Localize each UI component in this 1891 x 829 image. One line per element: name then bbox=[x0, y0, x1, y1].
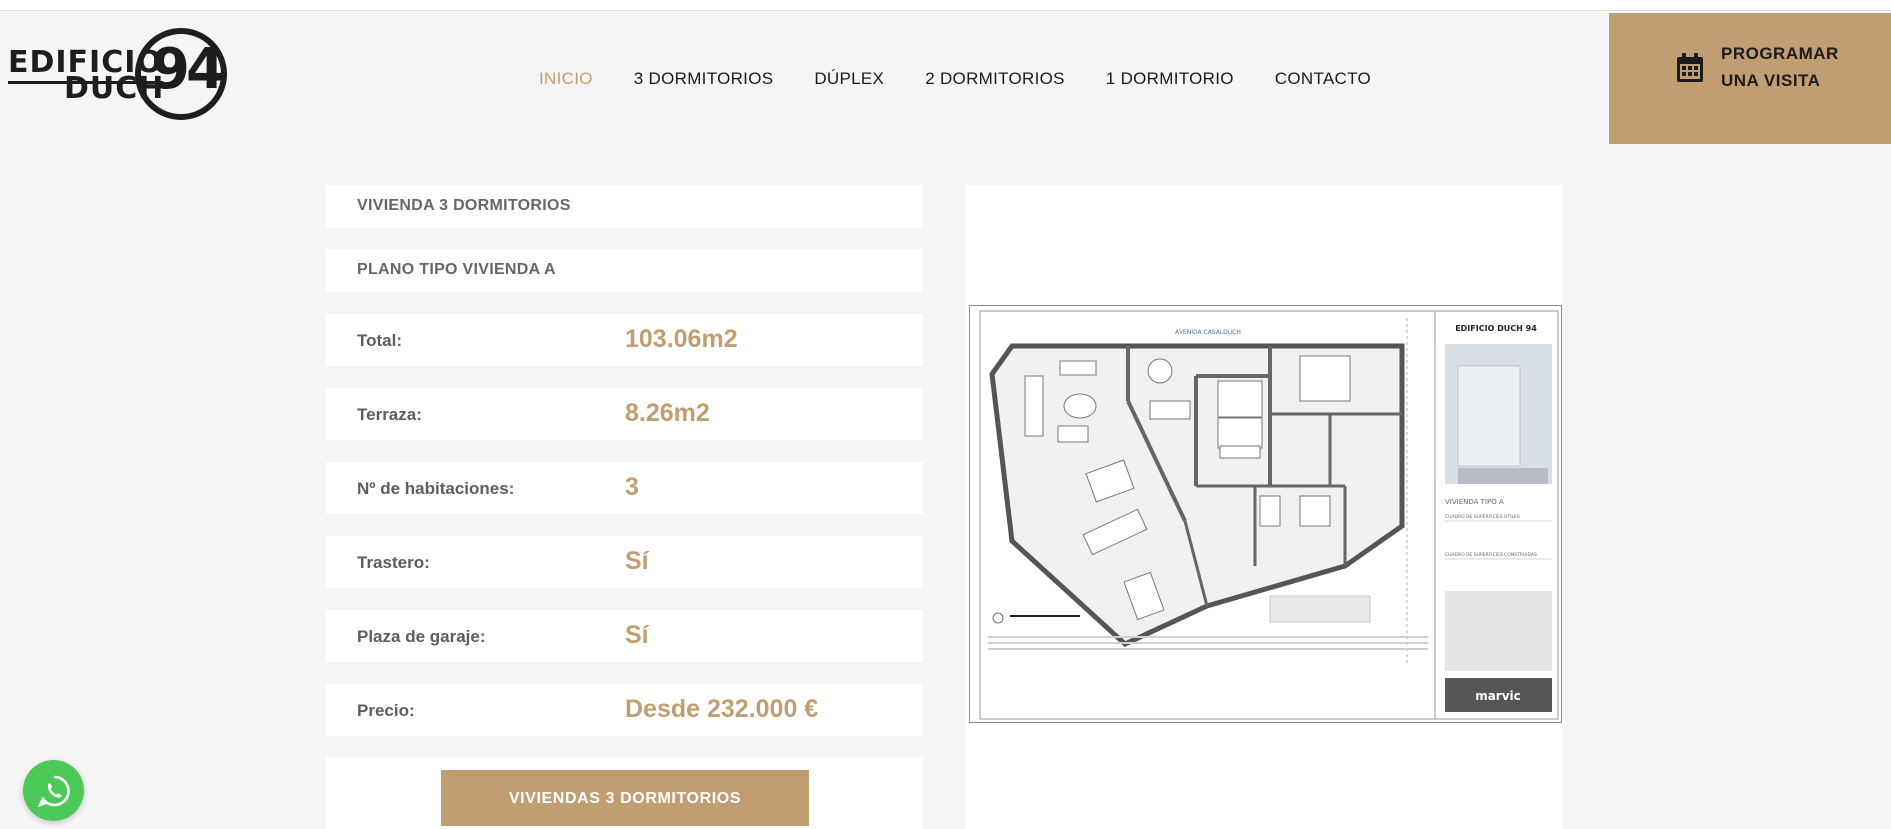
spec-label: Nº de habitaciones: bbox=[357, 479, 515, 498]
floorplan-drawing: AVENIDA CASALDUCH EDIFICIO DUCH 94 VIVIE… bbox=[979, 310, 1559, 720]
logo-number: 94 bbox=[151, 37, 225, 102]
main-nav: INICIO 3 DORMITORIOS DÚPLEX 2 DORMITORIO… bbox=[539, 69, 1412, 89]
spec-row-habitaciones: Nº de habitaciones: 3 bbox=[326, 462, 923, 514]
nav-item-2-dormitorios[interactable]: 2 DORMITORIOS bbox=[925, 69, 1065, 89]
nav-item-3-dormitorios[interactable]: 3 DORMITORIOS bbox=[634, 69, 774, 89]
spec-label: Total: bbox=[357, 331, 403, 350]
viviendas-3-dormitorios-button[interactable]: VIVIENDAS 3 DORMITORIOS bbox=[441, 770, 809, 826]
plan-title-card: PLANO TIPO VIVIENDA A bbox=[326, 249, 923, 292]
property-heading-card: VIVIENDA 3 DORMITORIOS bbox=[326, 185, 923, 228]
schedule-visit-label: PROGRAMAR UNA VISITA bbox=[1721, 40, 1881, 94]
property-heading: VIVIENDA 3 DORMITORIOS bbox=[357, 197, 571, 214]
schedule-visit-line2: UNA VISITA bbox=[1721, 71, 1821, 90]
spec-row-terraza: Terraza: 8.26m2 bbox=[326, 388, 923, 440]
spec-row-garaje: Plaza de garaje: Sí bbox=[326, 610, 923, 662]
spec-value: 103.06m2 bbox=[625, 325, 738, 353]
whatsapp-button[interactable] bbox=[23, 760, 84, 821]
floorplan-card: AVENIDA CASALDUCH EDIFICIO DUCH 94 VIVIE… bbox=[965, 185, 1563, 829]
schedule-visit-line1: PROGRAMAR bbox=[1721, 44, 1839, 63]
spec-value: Sí bbox=[625, 621, 649, 649]
spec-value: Desde 232.000 € bbox=[625, 695, 819, 723]
plan-table1-title: CUADRO DE SUPERFICIES ÚTILES bbox=[1445, 513, 1520, 520]
whatsapp-icon bbox=[37, 775, 70, 808]
site-logo[interactable]: EDIFICIO DUCH 94 bbox=[8, 28, 266, 130]
plan-agency: marvic bbox=[1475, 689, 1521, 703]
plan-brand: EDIFICIO DUCH 94 bbox=[1455, 324, 1537, 333]
plan-street-label: AVENIDA CASALDUCH bbox=[1175, 329, 1241, 336]
floorplan-image[interactable]: AVENIDA CASALDUCH EDIFICIO DUCH 94 VIVIE… bbox=[969, 305, 1562, 723]
spec-label: Trastero: bbox=[357, 553, 430, 572]
spec-row-trastero: Trastero: Sí bbox=[326, 536, 923, 588]
listing-button-card: VIVIENDAS 3 DORMITORIOS bbox=[326, 757, 923, 829]
nav-item-inicio[interactable]: INICIO bbox=[539, 69, 593, 89]
schedule-visit-button[interactable]: PROGRAMAR UNA VISITA bbox=[1609, 13, 1891, 144]
plan-title: PLANO TIPO VIVIENDA A bbox=[357, 261, 556, 278]
nav-item-duplex[interactable]: DÚPLEX bbox=[814, 69, 884, 89]
calendar-icon bbox=[1676, 53, 1704, 83]
top-border bbox=[0, 0, 1891, 11]
spec-label: Plaza de garaje: bbox=[357, 627, 486, 646]
plan-table2-title: CUADRO DE SUPERFICIES CONSTRUIDAS bbox=[1445, 552, 1537, 558]
plan-type-label: VIVIENDA TIPO A bbox=[1445, 498, 1504, 506]
spec-label: Terraza: bbox=[357, 405, 422, 424]
spec-label: Precio: bbox=[357, 701, 415, 720]
spec-value: 3 bbox=[625, 473, 639, 501]
spec-row-total: Total: 103.06m2 bbox=[326, 314, 923, 366]
spec-value: Sí bbox=[625, 547, 649, 575]
spec-row-precio: Precio: Desde 232.000 € bbox=[326, 684, 923, 736]
nav-item-1-dormitorio[interactable]: 1 DORMITORIO bbox=[1106, 69, 1234, 89]
nav-item-contacto[interactable]: CONTACTO bbox=[1275, 69, 1371, 89]
spec-value: 8.26m2 bbox=[625, 399, 710, 427]
